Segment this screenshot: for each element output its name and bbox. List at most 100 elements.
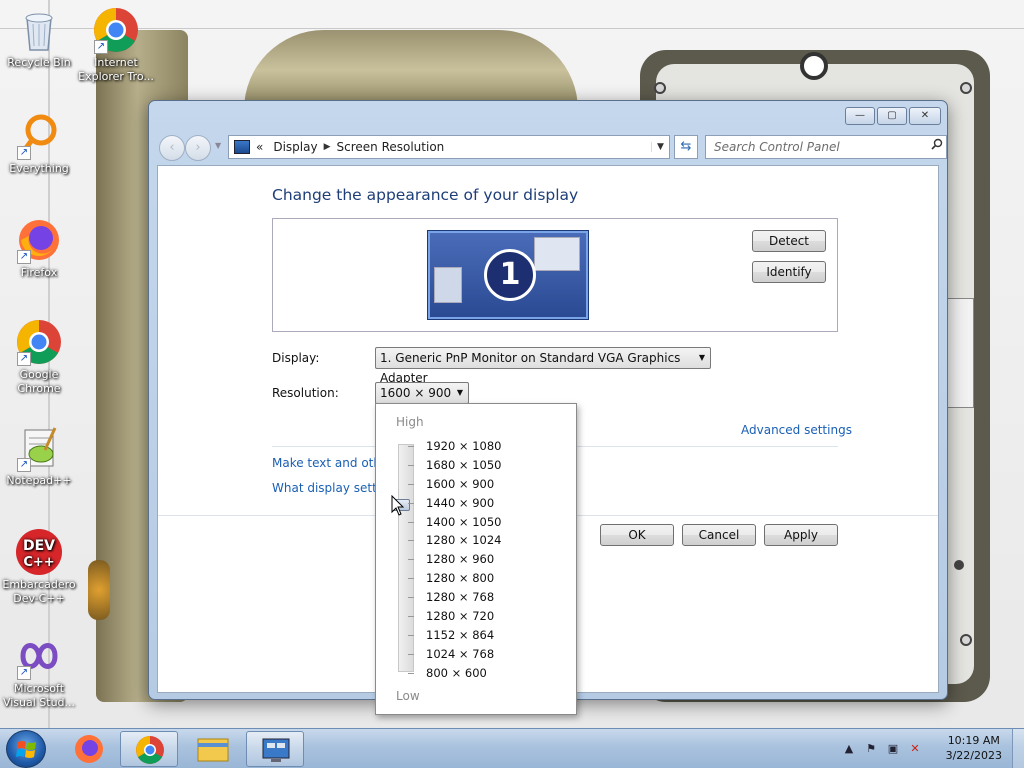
resolution-option[interactable]: 1280 × 800 bbox=[408, 569, 501, 588]
resolution-high-label: High bbox=[396, 415, 424, 429]
resolution-option[interactable]: 1280 × 960 bbox=[408, 550, 501, 569]
visual-studio-icon: ↗ bbox=[15, 632, 63, 680]
taskbar-firefox[interactable] bbox=[60, 731, 118, 767]
resolution-option[interactable]: 1680 × 1050 bbox=[408, 456, 501, 475]
desktop-icon-notepad-plus-plus[interactable]: ↗ Notepad++ bbox=[1, 424, 77, 488]
desktop-icon-dev-cpp[interactable]: DEV C++ Embarcadero Dev-C++ bbox=[1, 528, 77, 606]
resolution-option[interactable]: 1920 × 1080 bbox=[408, 437, 502, 456]
recycle-bin-icon bbox=[15, 6, 63, 54]
search-input[interactable] bbox=[705, 135, 947, 159]
slider-tick bbox=[408, 578, 414, 580]
show-hidden-icons-icon[interactable]: ▲ bbox=[842, 742, 856, 756]
resolution-option-label: 1280 × 960 bbox=[426, 552, 495, 567]
breadcrumb-display[interactable]: Display bbox=[273, 140, 317, 154]
minimize-button[interactable]: — bbox=[845, 107, 875, 125]
resolution-option[interactable]: 1024 × 768 bbox=[408, 645, 501, 664]
resolution-option[interactable]: 1440 × 900 bbox=[408, 494, 501, 513]
slider-tick bbox=[408, 653, 414, 655]
ok-button[interactable]: OK bbox=[600, 524, 674, 546]
resolution-dropdown: High 1920 × 1080 1680 × 1050 1600 × 900 144… bbox=[375, 403, 577, 715]
identify-button[interactable]: Identify bbox=[752, 261, 826, 283]
window-controls: — ▢ ✕ bbox=[845, 107, 941, 125]
firefox-icon: ↗ bbox=[15, 216, 63, 264]
breadcrumb-separator-icon[interactable]: ▶ bbox=[324, 142, 331, 152]
address-bar[interactable]: « Display ▶ Screen Resolution ▼ bbox=[228, 135, 670, 159]
monitor-window-icon bbox=[534, 237, 580, 271]
close-button[interactable]: ✕ bbox=[909, 107, 941, 125]
resolution-option-label: 1440 × 900 bbox=[426, 495, 495, 510]
taskbar-file-explorer[interactable] bbox=[184, 731, 242, 767]
desktop-icon-everything[interactable]: ↗ Everything bbox=[1, 112, 77, 176]
monitor-1[interactable]: 1 bbox=[428, 231, 588, 319]
breadcrumb-overflow[interactable]: « bbox=[256, 140, 263, 154]
resolution-option-label: 1152 × 864 bbox=[426, 627, 495, 642]
forward-button[interactable]: › bbox=[185, 135, 211, 161]
start-button[interactable] bbox=[6, 730, 46, 768]
svg-text:C++: C++ bbox=[23, 555, 54, 570]
address-dropdown-button[interactable]: ▼ bbox=[651, 142, 669, 152]
resolution-option[interactable]: 1152 × 864 bbox=[408, 626, 501, 645]
display-label: Display: bbox=[272, 351, 320, 365]
resolution-option[interactable]: 1280 × 768 bbox=[408, 588, 501, 607]
resolution-slider-track[interactable] bbox=[398, 444, 414, 672]
firefox-icon bbox=[75, 735, 103, 763]
navigation-bar: ‹ › ▼ « Display ▶ Screen Resolution ▼ ⇆ bbox=[157, 133, 947, 161]
back-button[interactable]: ‹ bbox=[159, 135, 185, 161]
clock-date: 3/22/2023 bbox=[945, 749, 1002, 762]
svg-text:DEV: DEV bbox=[23, 538, 55, 554]
network-icon[interactable]: ▣ bbox=[886, 742, 900, 756]
slider-tick bbox=[408, 446, 414, 447]
slider-tick bbox=[408, 483, 414, 485]
taskbar: ▲ ⚑ ▣ ✕ 10:19 AM 3/22/2023 bbox=[0, 728, 1024, 768]
resolution-option-label: 1920 × 1080 bbox=[426, 439, 502, 453]
desktop-icon-firefox[interactable]: ↗ Firefox bbox=[1, 216, 77, 280]
desktop-icon-internet-explorer[interactable]: ↗ Internet Explorer Tro... bbox=[78, 6, 154, 84]
resolution-option[interactable]: 1400 × 1050 bbox=[408, 513, 501, 532]
apply-button[interactable]: Apply bbox=[764, 524, 838, 546]
dev-cpp-icon: DEV C++ bbox=[15, 528, 63, 576]
monitor-number: 1 bbox=[484, 249, 536, 301]
system-tray: ▲ ⚑ ▣ ✕ 10:19 AM 3/22/2023 bbox=[824, 729, 1024, 768]
chrome-icon: ↗ bbox=[15, 318, 63, 366]
desktop-icon-recycle-bin[interactable]: Recycle Bin bbox=[1, 6, 77, 70]
resolution-select[interactable]: 1600 × 900 ▼ bbox=[375, 382, 469, 404]
shortcut-arrow-icon: ↗ bbox=[94, 40, 108, 54]
breadcrumb-screen-resolution[interactable]: Screen Resolution bbox=[337, 140, 445, 154]
desktop-icon-google-chrome[interactable]: ↗ Google Chrome bbox=[1, 318, 77, 396]
action-center-flag-icon[interactable]: ⚑ bbox=[864, 742, 878, 756]
desktop-icon-visual-studio[interactable]: ↗ Microsoft Visual Stud... bbox=[1, 632, 77, 710]
detect-button[interactable]: Detect bbox=[752, 230, 826, 252]
taskbar-control-panel[interactable] bbox=[246, 731, 304, 767]
desktop-icon-label: Recycle Bin bbox=[7, 56, 71, 69]
refresh-button[interactable]: ⇆ bbox=[674, 135, 698, 159]
cancel-button[interactable]: Cancel bbox=[682, 524, 756, 546]
resolution-option[interactable]: 1280 × 720 bbox=[408, 607, 501, 626]
volume-muted-icon[interactable]: ✕ bbox=[908, 742, 922, 756]
advanced-settings-link[interactable]: Advanced settings bbox=[741, 423, 852, 437]
desktop-icon-label: Google Chrome bbox=[17, 368, 61, 395]
recent-pages-dropdown[interactable]: ▼ bbox=[215, 141, 221, 150]
resolution-option[interactable]: 1280 × 1024 bbox=[408, 531, 501, 550]
wallpaper-scale bbox=[944, 298, 974, 408]
taskbar-chrome[interactable] bbox=[120, 731, 178, 767]
maximize-button[interactable]: ▢ bbox=[877, 107, 907, 125]
resolution-option-label: 800 × 600 bbox=[426, 665, 487, 680]
slider-tick bbox=[408, 597, 414, 599]
desktop-icon-label: Internet Explorer Tro... bbox=[78, 56, 154, 83]
resolution-option-label: 1600 × 900 bbox=[426, 476, 495, 491]
wallpaper-screw bbox=[960, 82, 972, 94]
clock-time: 10:19 AM bbox=[947, 734, 1000, 747]
show-desktop-button[interactable] bbox=[1012, 729, 1024, 768]
shortcut-arrow-icon: ↗ bbox=[17, 458, 31, 472]
search-icon[interactable] bbox=[931, 138, 943, 150]
clock[interactable]: 10:19 AM 3/22/2023 bbox=[946, 733, 1002, 763]
resolution-option[interactable]: 800 × 600 bbox=[408, 664, 501, 683]
display-select[interactable]: 1. Generic PnP Monitor on Standard VGA G… bbox=[375, 347, 711, 385]
resolution-option[interactable]: 1600 × 900 bbox=[408, 475, 501, 494]
resolution-option-label: 1280 × 768 bbox=[426, 590, 495, 605]
wallpaper-screw bbox=[960, 634, 972, 646]
wallpaper-hole bbox=[800, 52, 828, 80]
resolution-select-value: 1600 × 900 bbox=[380, 386, 452, 400]
slider-tick bbox=[408, 540, 414, 542]
control-panel-icon bbox=[234, 140, 250, 154]
